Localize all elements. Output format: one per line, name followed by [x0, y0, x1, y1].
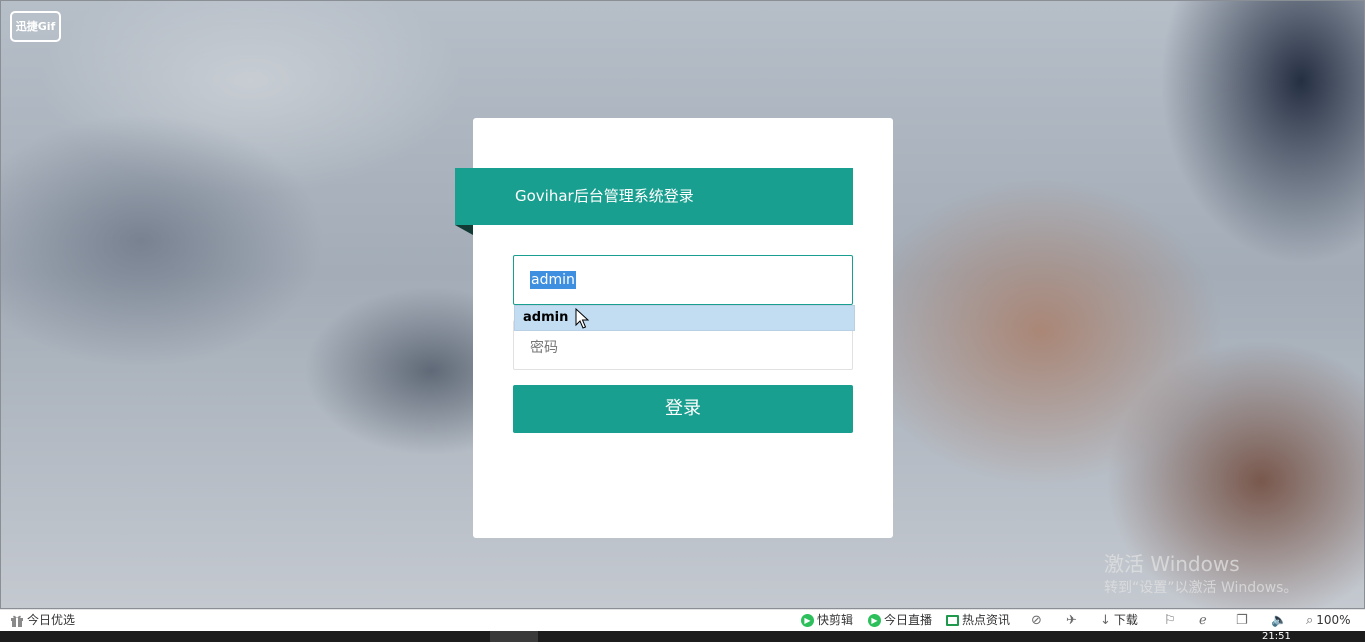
statusbar-item-hot-news[interactable]: 热点资讯: [946, 610, 1010, 631]
windows-activation-watermark: 激活 Windows 转到“设置”以激活 Windows。: [1104, 552, 1297, 600]
statusbar-item-label: 热点资讯: [962, 613, 1011, 627]
watermark-line1: 激活 Windows: [1104, 552, 1240, 576]
statusbar-item-label: 今日直播: [884, 613, 933, 627]
statusbar-item-label: 快剪辑: [817, 613, 854, 627]
username-value: admin: [530, 271, 576, 289]
mouse-cursor-icon: [575, 308, 589, 329]
ribbon-fold: [455, 225, 473, 235]
login-title: Govihar后台管理系统登录: [455, 168, 853, 225]
statusbar-item-label: 下载: [1113, 613, 1138, 627]
gift-icon: [11, 615, 23, 627]
watermark-line2: 转到“设置”以激活 Windows。: [1104, 580, 1298, 596]
speed-icon[interactable]: ⊘: [1031, 610, 1042, 631]
taskbar-active-app[interactable]: [490, 631, 538, 642]
password-placeholder: 密码: [530, 340, 558, 356]
download-arrow-icon: ↓: [1100, 613, 1111, 628]
statusbar-item-live[interactable]: ▶ 今日直播: [868, 610, 932, 631]
window-icon[interactable]: ❐: [1236, 610, 1248, 631]
username-field[interactable]: admin: [513, 255, 853, 305]
play-icon: ▶: [868, 614, 881, 627]
recorder-logo: 迅捷Gif: [10, 11, 61, 42]
play-icon: ▶: [801, 614, 814, 627]
zoom-level: 100%: [1316, 613, 1351, 627]
magnifier-icon: ⌕: [1306, 613, 1314, 628]
news-icon: [946, 615, 959, 626]
rocket-icon[interactable]: ✈: [1066, 610, 1077, 631]
statusbar-item-kuaijianji[interactable]: ▶ 快剪辑: [801, 610, 853, 631]
taskbar-clock: 21:51: [1262, 631, 1291, 642]
volume-icon[interactable]: 🔈: [1271, 610, 1287, 631]
flag-icon[interactable]: ⚐: [1164, 610, 1176, 631]
today-picks[interactable]: 今日优选: [10, 610, 75, 631]
browser-status-bar: 今日优选 ▶ 快剪辑 ▶ 今日直播 热点资讯 ⊘ ✈ ↓ 下载 ⚐ ℯ ❐ 🔈 ⌕ 10…: [0, 609, 1365, 631]
login-button[interactable]: 登录: [513, 385, 853, 433]
autocomplete-suggestion[interactable]: admin: [514, 305, 855, 331]
ie-icon[interactable]: ℯ: [1199, 610, 1207, 631]
today-picks-label: 今日优选: [27, 613, 76, 627]
windows-taskbar: 21:51: [0, 631, 1365, 642]
statusbar-item-download[interactable]: ↓ 下载: [1100, 610, 1138, 631]
zoom-control[interactable]: ⌕ 100%: [1306, 610, 1351, 631]
